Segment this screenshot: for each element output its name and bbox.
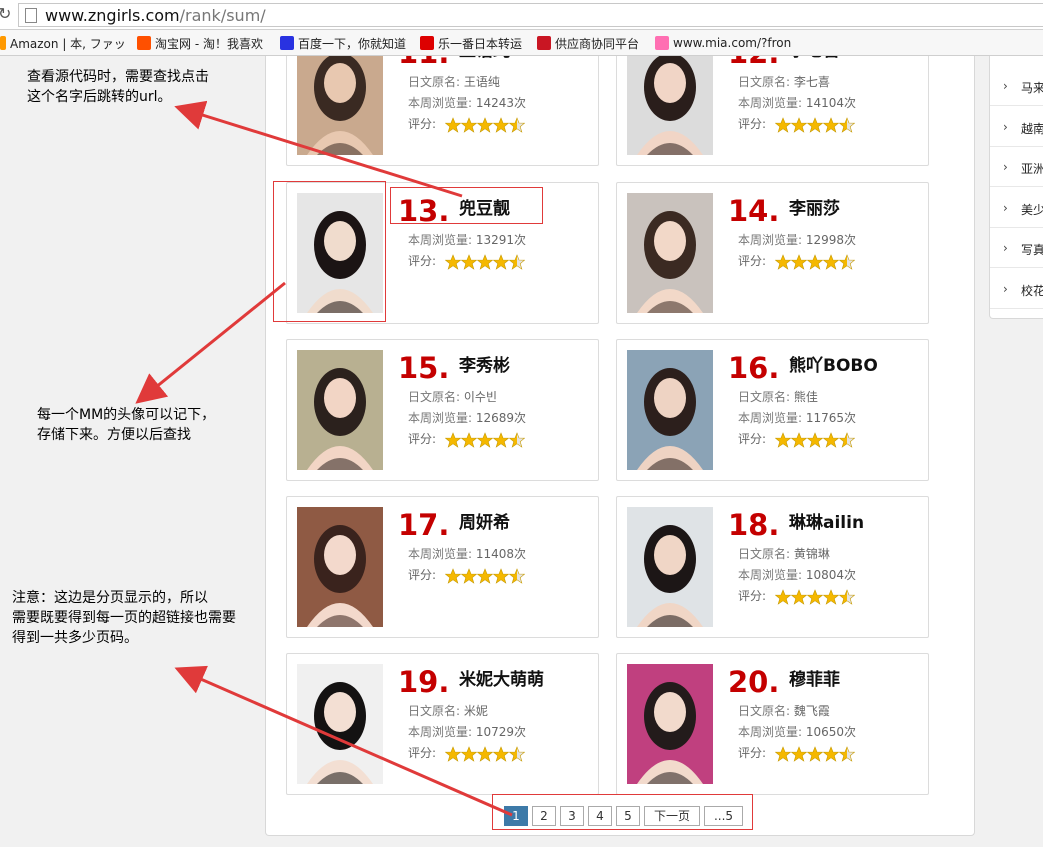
arrow-to-avatar-note <box>135 281 286 404</box>
screenshot-root: ↻ www.zngirls.com/rank/sum/ Amazon | 本, … <box>0 0 1043 847</box>
arrow-to-url-note <box>174 100 463 198</box>
annotation-arrows <box>135 100 513 817</box>
arrow-to-pagination-note <box>174 665 513 817</box>
